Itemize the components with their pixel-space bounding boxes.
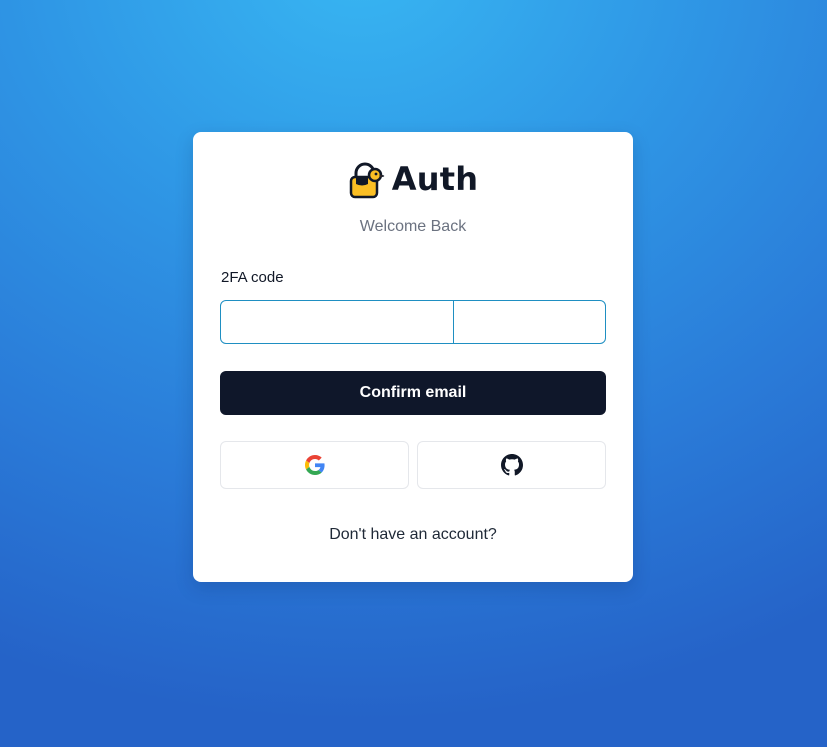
welcome-subtitle: Welcome Back	[359, 218, 467, 235]
brand-name: Auth	[391, 160, 479, 198]
otp-label: 2FA code	[221, 269, 284, 286]
padlock-bird-icon	[349, 162, 384, 199]
confirm-email-button[interactable]: Confirm email	[220, 371, 606, 415]
github-icon	[500, 454, 523, 476]
otp-digit-1[interactable]	[221, 301, 454, 343]
google-login-button[interactable]	[220, 441, 409, 489]
login-card: Auth Welcome Back 2FA code Confirm email…	[193, 132, 633, 582]
github-login-button[interactable]	[417, 441, 606, 489]
signup-link[interactable]: Don't have an account?	[193, 526, 633, 544]
social-login-row	[220, 441, 606, 489]
google-icon	[304, 455, 325, 475]
otp-input-group	[220, 300, 606, 344]
otp-digit-2[interactable]	[454, 301, 605, 343]
brand-header: Auth	[193, 160, 633, 200]
